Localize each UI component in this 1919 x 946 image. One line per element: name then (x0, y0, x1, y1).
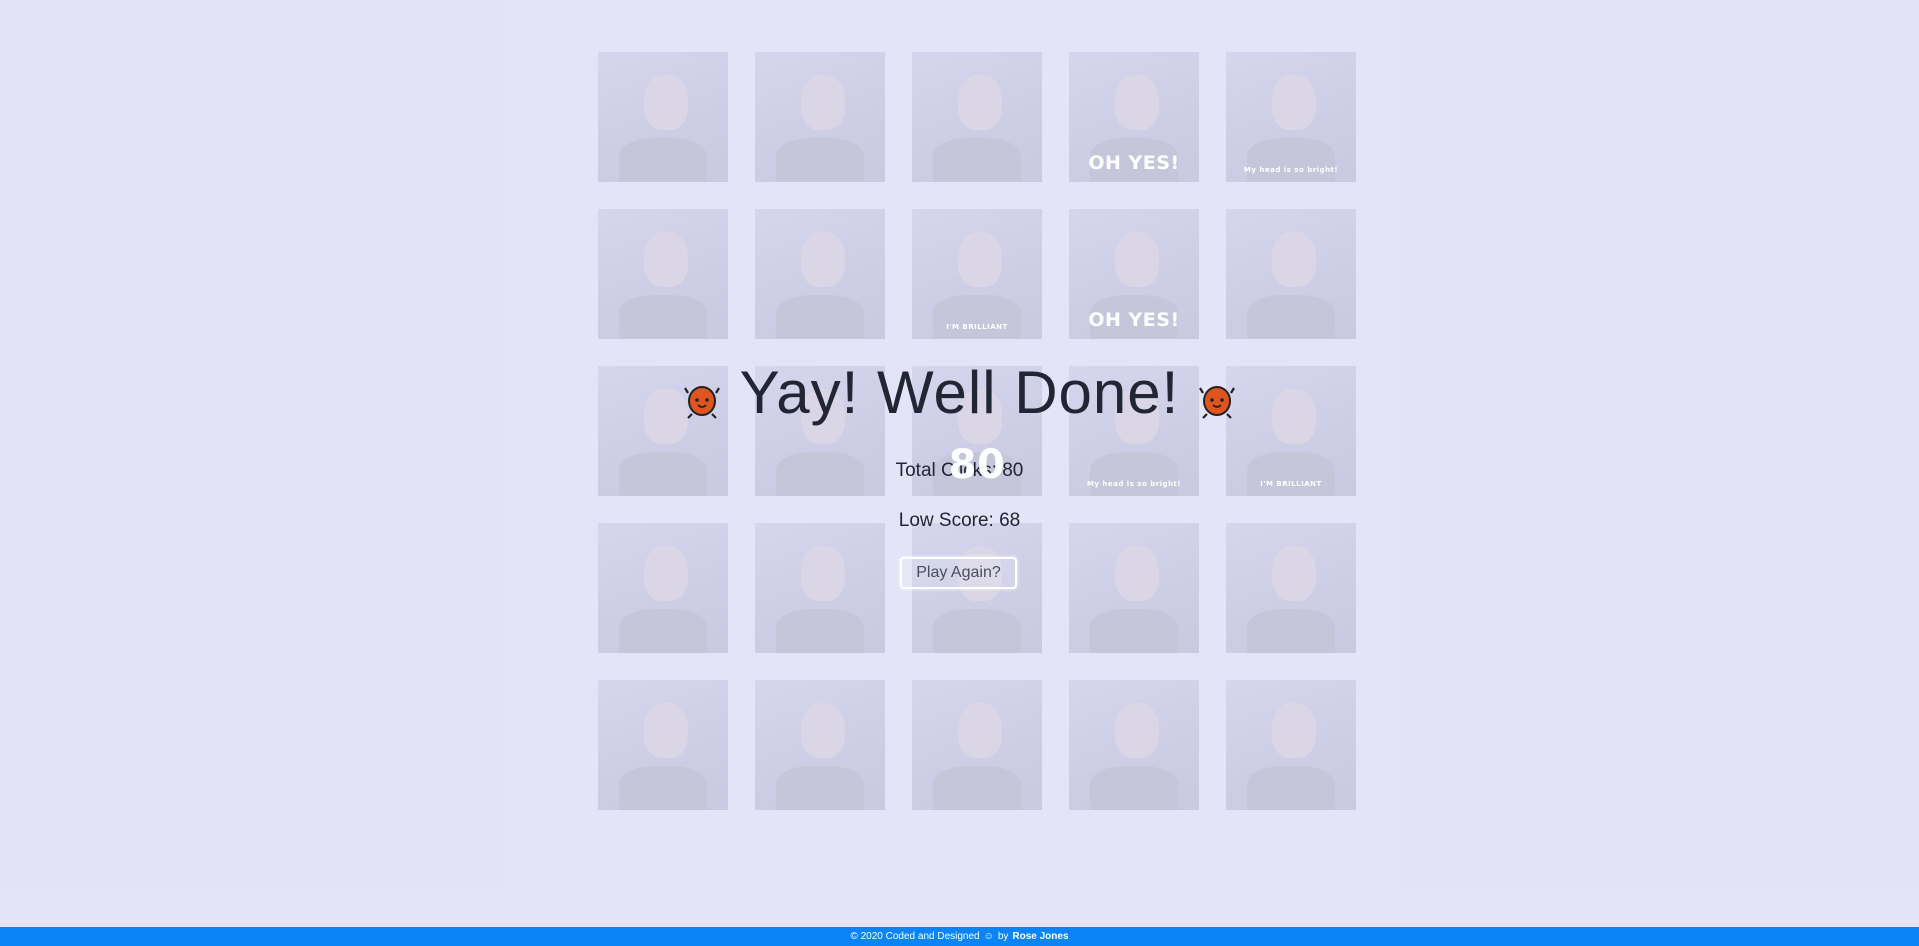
win-title: Yay! Well Done! (739, 358, 1180, 426)
footer: © 2020 Coded and Designed ☺ by Rose Jone… (0, 927, 1919, 946)
win-heading: Yay! Well Done! (0, 352, 1919, 432)
card-caption: 80 (948, 442, 1006, 488)
footer-copyright: © 2020 Coded and Designed (850, 931, 980, 942)
play-again-button[interactable]: Play Again? (900, 557, 1017, 589)
smiley-icon: ☺ (983, 931, 994, 942)
card-caption: OH YES! (1088, 152, 1180, 174)
card-caption: I'M BRILLIANT (946, 323, 1008, 331)
card-caption: My head is so bright! (1086, 480, 1182, 488)
win-panel: Yay! Well Done! Total Clicks: 80 Low Sco… (0, 352, 1919, 589)
mascot-icon (683, 386, 720, 419)
low-score: Low Score: 68 (898, 510, 1021, 531)
card-caption: OH YES! (1088, 309, 1180, 331)
card-caption: I'M BRILLIANT (1260, 480, 1322, 488)
card-caption: My head is so bright! (1243, 166, 1339, 174)
mascot-icon (1199, 386, 1236, 419)
footer-by: by (997, 931, 1009, 942)
footer-author: Rose Jones (1012, 931, 1069, 942)
